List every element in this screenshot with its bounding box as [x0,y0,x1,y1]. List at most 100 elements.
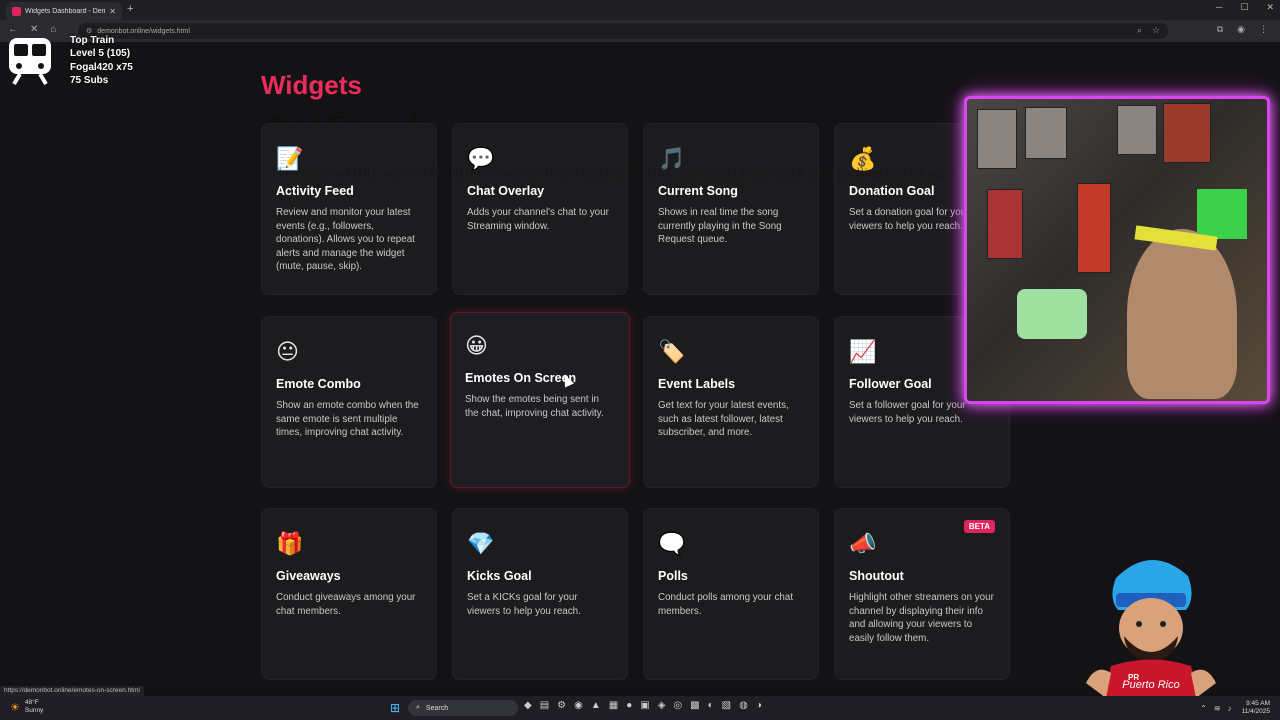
widget-card-polls[interactable]: 🗨️ Polls Conduct polls among your chat m… [643,508,819,680]
app-icon[interactable]: ◈ [658,700,666,711]
sun-icon: ☀ [10,701,20,714]
green-poster [1197,189,1247,239]
widget-description: Highlight other streamers on your channe… [849,592,994,644]
search-label: Search [425,704,449,712]
maximize-icon[interactable]: ☐ [1240,2,1248,13]
obs-icon[interactable]: ◑ [756,700,762,711]
train-title: Top Train [70,35,115,46]
search-icon: ⌕ [416,704,420,711]
widget-card-emote-combo[interactable]: 😐 Emote Combo Show an emote combo when t… [261,316,437,488]
vlc-icon[interactable]: ▲ [591,700,601,711]
widget-description: Conduct polls among your chat members. [658,592,794,617]
mascot-avatar: Puerto Rico PR [1086,559,1216,708]
widget-description: Show the emotes being sent in the chat, … [465,394,604,419]
widget-card-chat-overlay[interactable]: 💬 Chat Overlay Adds your channel's chat … [452,123,628,295]
widget-name: Chat Overlay [467,184,545,198]
extensions-icon[interactable]: ⧉ [1217,24,1223,35]
clock-time: 9:45 AM [1246,700,1270,707]
wall-poster [987,189,1023,259]
firefox-icon[interactable]: ◉ [574,700,583,711]
calculator-icon[interactable]: ▦ [609,700,618,711]
clock-date: 11/4/2025 [1241,708,1270,715]
browser-toolbar: ← ✕ ⌂ ⚙ demonbot.online/widgets.html ⌕ ☆… [0,20,1280,42]
taskbar-apps: ◆ ▤ ⚙ ◉ ▲ ▦ ● ▣ ◈ ◎ ▩ ◐ ▧ ◍ ◑ [524,700,762,711]
window-controls: ─ ☐ ✕ [1216,2,1274,13]
new-tab-button[interactable]: + [127,3,133,15]
weather-condition: Sunny [24,707,44,714]
copilot-icon[interactable]: ◆ [524,700,532,711]
omnibox-actions: ⌕ ☆ [1137,25,1160,36]
wall-poster [977,109,1017,169]
gem-icon: 💎 [467,531,495,556]
teams-icon[interactable]: ● [626,700,632,711]
beta-badge: BETA [963,520,995,533]
widget-description: Set a KICKs goal for your viewers to hel… [467,592,581,617]
train-stats: Top Train Level 5 (105) Fogal420 x75 75 … [70,34,133,87]
volume-icon[interactable]: ♪ [1228,704,1232,713]
wall-poster [1163,103,1211,163]
close-tab-icon[interactable]: ✕ [109,7,116,16]
megaphone-icon: 📣 [849,531,877,556]
widget-description: Adds your channel's chat to your Streami… [467,207,609,232]
steam-icon[interactable]: ◍ [739,700,748,711]
app-icon[interactable]: ▣ [640,700,649,711]
widget-name: Shoutout [849,569,904,583]
widget-card-giveaways[interactable]: 🎁 Giveaways Conduct giveaways among your… [261,508,437,680]
widget-description: Get text for your latest events, such as… [658,400,789,438]
file-explorer-icon[interactable]: ▤ [540,700,549,711]
weather-widget[interactable]: ☀ 48°F Sunny [10,699,43,715]
browser-tab-bar: Widgets Dashboard - Demonb ✕ + ─ ☐ ✕ [0,0,1280,20]
widget-card-event-labels[interactable]: 🏷️ Event Labels Get text for your latest… [643,316,819,488]
widget-card-kicks-goal[interactable]: 💎 Kicks Goal Set a KICKs goal for your v… [452,508,628,680]
address-bar[interactable]: ⚙ demonbot.online/widgets.html ⌕ ☆ [78,23,1168,39]
train-level: Level 5 (105) [70,48,131,60]
widget-card-emotes-on-screen[interactable]: 😀 Emotes On Screen Show the emotes being… [450,312,630,488]
gift-icon: 🎁 [276,531,304,556]
wifi-icon[interactable]: ≋ [1214,704,1221,713]
widget-description: Conduct giveaways among your chat member… [276,592,416,617]
label-tag-icon: 🏷️ [658,339,686,364]
music-note-icon: 🎵 [658,146,686,171]
profile-icon[interactable]: ◉ [1237,24,1245,35]
widget-name: Kicks Goal [467,569,532,583]
browser-tab[interactable]: Widgets Dashboard - Demonb ✕ [6,2,122,20]
taskbar: ☀ 48°F Sunny ⊞ ⌕ Search ◆ ▤ ⚙ ◉ ▲ ▦ ● ▣ … [0,696,1280,720]
windows-start-icon[interactable]: ⊞ [390,701,400,715]
memo-icon: 📝 [276,146,304,171]
bookmark-star-icon[interactable]: ☆ [1152,25,1160,36]
speech-bubble-icon: 💬 [467,146,495,171]
chevron-up-icon[interactable]: ⌃ [1200,704,1207,713]
widget-name: Polls [658,569,688,583]
chrome-icon[interactable]: ◎ [673,700,682,711]
widget-description: Shows in real time the song currently pl… [658,207,782,245]
clock[interactable]: 9:45 AM 11/4/2025 [1242,700,1270,716]
status-url: https://demonbot.online/emotes-on-screen… [0,686,144,696]
close-window-icon[interactable]: ✕ [1266,2,1274,13]
widget-card-current-song[interactable]: 🎵 Current Song Shows in real time the so… [643,123,819,295]
zoom-icon[interactable]: ⌕ [1137,25,1142,36]
menu-icon[interactable]: ⋮ [1259,24,1268,35]
widget-card-shoutout[interactable]: BETA 📣 Shoutout Highlight other streamer… [834,508,1010,680]
grinning-face-icon: 😀 [465,333,488,358]
settings-icon[interactable]: ⚙ [557,700,566,711]
system-tray: ⌃ ≋ ♪ 9:45 AM 11/4/2025 [1200,700,1270,716]
widget-card-activity-feed[interactable]: 📝 Activity Feed Review and monitor your … [261,123,437,295]
app-icon[interactable]: ▧ [722,700,731,711]
toolbar-icons: ⧉ ◉ ⋮ [1217,24,1268,35]
streamer [1127,229,1237,399]
app-icon[interactable]: ◐ [708,700,714,711]
page-title: Widgets [261,70,362,100]
microphone [1017,289,1087,339]
taskbar-search[interactable]: ⌕ Search [408,700,518,716]
chat-bubbles-icon: 🗨️ [658,531,686,556]
minimize-icon[interactable]: ─ [1216,2,1222,13]
widget-name: Activity Feed [276,184,354,198]
train-icon [9,38,51,86]
widget-description: Review and monitor your latest events (e… [276,207,415,272]
wall-poster [1025,107,1067,159]
widget-name: Event Labels [658,377,736,391]
train-subs: 75 Subs [70,74,109,86]
tab-title: Widgets Dashboard - Demonb [25,7,106,15]
widget-name: Giveaways [276,569,341,583]
app-icon[interactable]: ▩ [690,700,699,711]
